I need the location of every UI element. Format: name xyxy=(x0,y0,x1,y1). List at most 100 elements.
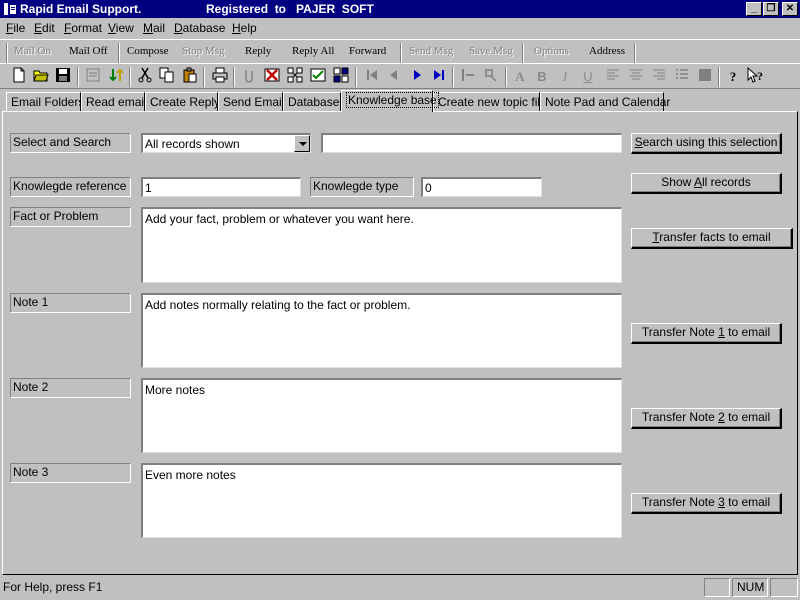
search-input[interactable] xyxy=(321,133,622,153)
font-icon[interactable]: A xyxy=(510,67,530,87)
icon-toolbar: A B I U ? ? xyxy=(0,63,800,89)
minimize-button[interactable]: _ xyxy=(746,2,762,16)
menu-help[interactable]: Help xyxy=(232,21,257,35)
tab-note-pad-and-calendar[interactable]: Note Pad and Calendar xyxy=(540,92,670,112)
tab-create-reply[interactable]: Create Reply xyxy=(145,92,220,112)
select-and-search-label: Select and Search xyxy=(10,133,131,153)
menu-file[interactable]: File xyxy=(6,21,25,35)
status-num-indicator: NUM xyxy=(732,578,768,597)
transfer-note-1-button[interactable]: Transfer Note 1 to email xyxy=(631,323,782,344)
mail-on-button[interactable]: Mail On xyxy=(14,45,51,57)
context-help-icon[interactable]: ? xyxy=(746,66,766,87)
record-filter-select[interactable]: All records shown xyxy=(141,133,311,153)
align-center-icon[interactable] xyxy=(626,67,646,87)
next-record-icon[interactable] xyxy=(407,67,427,87)
menu-format[interactable]: Format xyxy=(64,21,102,35)
note-3-textarea[interactable]: Even more notes xyxy=(141,463,622,538)
separator xyxy=(505,67,507,87)
restore-button[interactable]: ❐ xyxy=(763,2,779,16)
remove-field-icon[interactable] xyxy=(481,67,501,87)
bold-icon[interactable]: B xyxy=(532,67,552,87)
last-record-icon[interactable] xyxy=(429,67,449,87)
insert-field-icon[interactable] xyxy=(458,67,478,87)
save-icon[interactable] xyxy=(53,67,73,87)
fact-or-problem-label: Fact or Problem xyxy=(10,207,131,227)
reply-button[interactable]: Reply xyxy=(245,45,271,57)
app-title: Rapid Email Support. xyxy=(20,2,142,16)
help-icon[interactable]: ? xyxy=(723,67,743,87)
separator xyxy=(129,67,131,87)
transfer-facts-to-email-button[interactable]: Transfer facts to email xyxy=(631,228,793,249)
tab-knowledge-base[interactable]: Knowledge base xyxy=(341,90,439,112)
separator xyxy=(522,43,524,63)
first-record-icon[interactable] xyxy=(362,67,382,87)
dropdown-arrow-icon[interactable] xyxy=(294,135,310,152)
underline-icon[interactable]: U xyxy=(578,67,598,87)
knowledge-reference-field[interactable]: 1 xyxy=(141,177,301,197)
network-icon[interactable] xyxy=(285,67,305,87)
knowledge-type-field[interactable]: 0 xyxy=(421,177,542,197)
menu-bar: File Edit Format View Mail Database Help xyxy=(0,18,800,38)
search-using-selection-button[interactable]: Search using this selection xyxy=(631,133,782,154)
separator xyxy=(6,43,8,63)
note-2-textarea[interactable]: More notes xyxy=(141,378,622,453)
status-panel-caps xyxy=(704,578,730,597)
grid-icon[interactable] xyxy=(331,67,351,87)
knowledge-reference-label: Knowlegde reference xyxy=(10,177,131,197)
new-icon[interactable] xyxy=(9,67,29,87)
cut-icon[interactable] xyxy=(135,67,155,87)
separator xyxy=(118,43,120,63)
copy-icon[interactable] xyxy=(157,67,177,87)
tab-strip: Email Folders Read email Create Reply Se… xyxy=(0,90,800,112)
send-msg-button[interactable]: Send Msg xyxy=(409,45,453,57)
mail-off-button[interactable]: Mail Off xyxy=(69,45,108,57)
reply-all-button[interactable]: Reply All xyxy=(292,45,334,57)
bullets-icon[interactable] xyxy=(672,67,692,87)
color-icon[interactable] xyxy=(695,67,715,87)
attach-icon[interactable] xyxy=(240,67,260,87)
menu-edit[interactable]: Edit xyxy=(34,21,55,35)
title-bar[interactable]: Rapid Email Support. Registered to PAJER… xyxy=(0,0,800,18)
transfer-note-3-button[interactable]: Transfer Note 3 to email xyxy=(631,493,782,514)
stop-msg-button[interactable]: Stop Msg xyxy=(182,45,225,57)
app-icon xyxy=(4,3,16,15)
tab-database[interactable]: Database xyxy=(283,92,341,112)
align-left-icon[interactable] xyxy=(603,67,623,87)
tab-email-folders[interactable]: Email Folders xyxy=(6,92,84,112)
tab-create-new-topic-file[interactable]: Create new topic file xyxy=(433,92,547,112)
italic-icon[interactable]: I xyxy=(555,67,575,87)
previous-record-icon[interactable] xyxy=(384,67,404,87)
sort-icon[interactable] xyxy=(107,67,127,87)
knowledge-type-label: Knowlegde type xyxy=(310,177,414,197)
menu-database[interactable]: Database xyxy=(174,21,225,35)
note-1-label: Note 1 xyxy=(10,293,131,313)
address-button[interactable]: Address xyxy=(589,45,625,57)
menu-view[interactable]: View xyxy=(108,21,134,35)
menu-mail[interactable]: Mail xyxy=(143,21,165,35)
print-icon[interactable] xyxy=(210,67,230,87)
separator xyxy=(203,67,205,87)
options-button[interactable]: Options xyxy=(534,45,569,57)
forward-button[interactable]: Forward xyxy=(349,45,386,57)
open-icon[interactable] xyxy=(31,67,51,87)
delete-icon[interactable] xyxy=(262,67,282,87)
note-2-label: Note 2 xyxy=(10,378,131,398)
fact-or-problem-textarea[interactable]: Add your fact, problem or whatever you w… xyxy=(141,207,622,283)
save-msg-button[interactable]: Save Msg xyxy=(469,45,513,57)
tab-send-email[interactable]: Send Email xyxy=(218,92,284,112)
svg-text:?: ? xyxy=(757,69,763,83)
note-1-textarea[interactable]: Add notes normally relating to the fact … xyxy=(141,293,622,368)
tab-read-email[interactable]: Read email xyxy=(81,92,147,112)
transfer-note-2-button[interactable]: Transfer Note 2 to email xyxy=(631,408,782,429)
show-all-records-button[interactable]: Show All records xyxy=(631,173,782,194)
separator xyxy=(634,43,636,63)
paste-icon[interactable] xyxy=(180,67,200,87)
align-right-icon[interactable] xyxy=(649,67,669,87)
separator xyxy=(355,67,357,87)
compose-button[interactable]: Compose xyxy=(127,45,169,57)
separator xyxy=(77,67,79,87)
separator xyxy=(233,67,235,87)
close-button[interactable]: ✕ xyxy=(782,2,798,16)
preview-icon[interactable] xyxy=(83,67,103,87)
check-icon[interactable] xyxy=(308,67,328,87)
